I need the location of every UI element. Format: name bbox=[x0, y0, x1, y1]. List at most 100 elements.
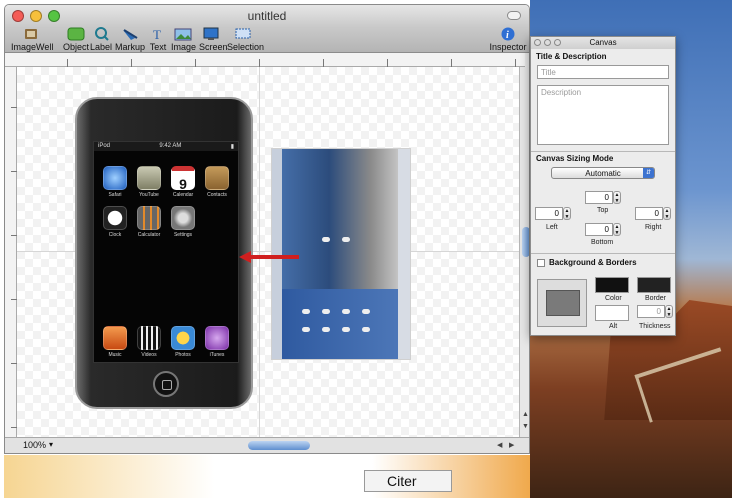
ipod-carrier: iPod bbox=[98, 143, 111, 149]
settings-icon bbox=[171, 206, 195, 230]
horizontal-scroll-thumb[interactable] bbox=[248, 441, 310, 450]
toolbar-image-button[interactable]: Image bbox=[171, 27, 196, 52]
toolbar-screen-button[interactable]: Screen bbox=[199, 27, 228, 52]
scroll-down-arrow-icon[interactable]: ▼ bbox=[522, 423, 529, 430]
videos-icon bbox=[137, 326, 161, 350]
close-button[interactable] bbox=[12, 10, 24, 22]
horizontal-scrollbar[interactable]: 100% ▾ ◀ ▶ bbox=[5, 437, 529, 453]
object-icon bbox=[67, 27, 85, 41]
title-description-heading: Title & Description bbox=[536, 52, 607, 61]
widget-mountain-image bbox=[282, 149, 400, 289]
stepper-arrows-icon[interactable]: ▲ ▼ bbox=[613, 223, 621, 236]
margin-bottom-stepper[interactable]: 0 ▲ ▼ bbox=[585, 223, 623, 236]
ipod-device-image[interactable]: iPod 9:42 AM ▮ Safari YouTube 9 Calendar… bbox=[75, 97, 253, 409]
toolbar-text-button[interactable]: T Text bbox=[148, 27, 168, 52]
ipod-home-button bbox=[153, 371, 179, 397]
panel-titlebar[interactable]: Canvas bbox=[531, 37, 675, 49]
citer-button[interactable]: Citer bbox=[364, 470, 452, 492]
app-settings: Settings bbox=[170, 206, 196, 238]
stepper-arrows-icon[interactable]: ▲ ▼ bbox=[563, 207, 571, 220]
app-calculator: Calculator bbox=[136, 206, 162, 238]
ipod-status-bar: iPod 9:42 AM ▮ bbox=[94, 142, 238, 151]
horizontal-ruler bbox=[5, 53, 525, 67]
app-safari: Safari bbox=[102, 166, 128, 198]
app-youtube: YouTube bbox=[136, 166, 162, 198]
dock-videos: Videos bbox=[136, 326, 162, 358]
margin-top-stepper[interactable]: 0 ▲ ▼ bbox=[585, 191, 623, 204]
music-icon bbox=[103, 326, 127, 350]
text-icon: T bbox=[153, 27, 161, 41]
alt-color-well[interactable] bbox=[595, 305, 629, 321]
info-icon: i bbox=[501, 27, 515, 41]
ipod-time: 9:42 AM bbox=[159, 143, 182, 149]
toolbar-label-button[interactable]: Label bbox=[89, 27, 113, 52]
window-title: untitled bbox=[247, 9, 287, 23]
scroll-up-arrow-icon[interactable]: ▲ bbox=[522, 411, 529, 418]
clock-icon bbox=[103, 206, 127, 230]
margin-left-stepper[interactable]: 0 ▲ ▼ bbox=[535, 207, 573, 220]
youtube-icon bbox=[137, 166, 161, 190]
ipod-screen: iPod 9:42 AM ▮ Safari YouTube 9 Calendar… bbox=[93, 141, 239, 363]
dock-itunes: iTunes bbox=[204, 326, 230, 358]
thickness-stepper[interactable]: 0 ▲ ▼ bbox=[637, 305, 675, 318]
toolbar-imagewell-button[interactable]: ImageWell bbox=[11, 27, 53, 52]
red-arrow-annotation[interactable] bbox=[239, 251, 301, 263]
toolbar-markup-button[interactable]: Markup bbox=[115, 27, 145, 52]
app-calendar: 9 Calendar bbox=[170, 166, 196, 198]
panel-zoom-button[interactable] bbox=[554, 39, 561, 46]
screen-icon bbox=[203, 27, 219, 40]
dock-photos: Photos bbox=[170, 326, 196, 358]
image-icon bbox=[174, 28, 192, 41]
minimize-button[interactable] bbox=[30, 10, 42, 22]
zoom-level[interactable]: 100% bbox=[23, 440, 46, 450]
panel-minimize-button[interactable] bbox=[544, 39, 551, 46]
toolbar-selection-button[interactable]: Selection bbox=[227, 27, 264, 52]
sizing-mode-select[interactable]: Automatic ⇵ bbox=[551, 167, 655, 179]
background-preview bbox=[537, 279, 587, 327]
svg-text:T: T bbox=[153, 27, 161, 41]
vertical-ruler bbox=[5, 67, 17, 437]
title-field[interactable]: Title bbox=[537, 65, 669, 79]
dock-music: Music bbox=[102, 326, 128, 358]
toolbar: ImageWell Object Label Markup T Text Ima… bbox=[5, 27, 529, 53]
stepper-arrows-icon[interactable]: ▲ ▼ bbox=[665, 305, 673, 318]
itunes-icon bbox=[205, 326, 229, 350]
photos-icon bbox=[171, 326, 195, 350]
app-clock: Clock bbox=[102, 206, 128, 238]
color-well[interactable] bbox=[595, 277, 629, 293]
safari-icon bbox=[103, 166, 127, 190]
app-contacts: Contacts bbox=[204, 166, 230, 198]
background-app-strip: Citer bbox=[4, 455, 530, 498]
calculator-icon bbox=[137, 206, 161, 230]
panel-title: Canvas bbox=[589, 38, 617, 47]
border-color-well[interactable] bbox=[637, 277, 671, 293]
toolbar-toggle-button[interactable] bbox=[507, 11, 521, 20]
zoom-button[interactable] bbox=[48, 10, 60, 22]
margin-right-stepper[interactable]: 0 ▲ ▼ bbox=[635, 207, 673, 220]
description-field[interactable]: Description bbox=[537, 85, 669, 145]
contacts-icon bbox=[205, 166, 229, 190]
zoom-menu-arrow-icon[interactable]: ▾ bbox=[49, 440, 53, 449]
svg-text:i: i bbox=[506, 30, 509, 41]
label-icon bbox=[95, 27, 109, 41]
widget-side-bar bbox=[398, 149, 410, 359]
imagewell-icon bbox=[25, 29, 37, 39]
toolbar-inspector-button[interactable]: i Inspector bbox=[489, 27, 527, 52]
widget-forecast-strip bbox=[282, 289, 400, 359]
selection-icon bbox=[235, 28, 251, 39]
background-borders-checkbox[interactable] bbox=[537, 259, 545, 267]
scroll-right-arrow-icon[interactable]: ▶ bbox=[509, 441, 514, 449]
scroll-left-arrow-icon[interactable]: ◀ bbox=[497, 441, 502, 449]
window-titlebar[interactable]: untitled bbox=[5, 5, 529, 27]
stepper-arrows-icon[interactable]: ▲ ▼ bbox=[663, 207, 671, 220]
stepper-arrows-icon[interactable]: ▲ ▼ bbox=[613, 191, 621, 204]
canvas-sizing-heading: Canvas Sizing Mode bbox=[536, 154, 614, 163]
panel-close-button[interactable] bbox=[534, 39, 541, 46]
toolbar-object-button[interactable]: Object bbox=[61, 27, 91, 52]
select-arrows-icon: ⇵ bbox=[643, 168, 654, 178]
markup-icon bbox=[123, 29, 138, 40]
calendar-icon: 9 bbox=[171, 166, 195, 192]
vertical-scrollbar[interactable]: ▲ ▼ bbox=[519, 67, 529, 437]
background-borders-heading: Background & Borders bbox=[549, 258, 637, 267]
vertical-scroll-thumb[interactable] bbox=[522, 227, 529, 257]
